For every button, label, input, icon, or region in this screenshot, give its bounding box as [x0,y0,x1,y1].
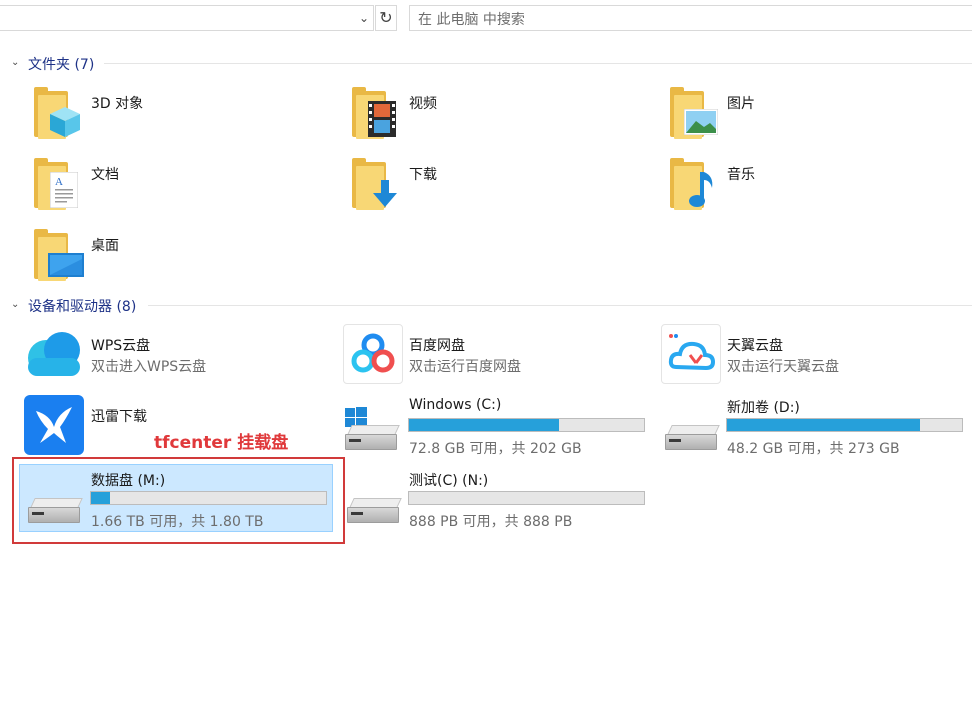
app-tile-baidu-netdisk[interactable]: 百度网盘 双击运行百度网盘 [343,324,643,384]
desktop-folder-icon [34,229,86,283]
chevron-down-icon[interactable]: ⌄ [11,299,19,310]
divider [104,63,972,64]
annotation-label: tfcenter 挂载盘 [154,433,289,453]
group-title-folders[interactable]: 文件夹 (7) [28,54,94,74]
drive-tile-n[interactable]: 测试(C) (N:) 888 PB 可用，共 888 PB [343,468,648,530]
app-label: 迅雷下载 [91,409,147,425]
divider [148,305,972,306]
folder-tile-documents[interactable]: A 文档 [26,156,326,214]
folder-label: 文档 [91,167,119,183]
drive-usage-bar [726,418,963,432]
3d-objects-folder-icon [34,87,86,141]
folder-label: 桌面 [91,238,119,254]
folder-label: 下载 [409,167,437,183]
app-label: WPS云盘 [91,338,151,354]
drive-free-space: 72.8 GB 可用，共 202 GB [409,441,582,457]
hard-drive-icon [665,425,720,450]
hard-drive-icon [347,498,402,523]
chevron-down-icon[interactable]: ⌄ [356,10,372,26]
drive-usage-fill [727,419,920,431]
drive-usage-bar [408,418,645,432]
refresh-icon[interactable]: ↻ [375,5,397,31]
baidu-netdisk-icon [343,324,403,384]
drive-free-space: 48.2 GB 可用，共 273 GB [727,441,900,457]
downloads-folder-icon [352,158,404,212]
address-field[interactable] [0,5,374,31]
app-description: 双击进入WPS云盘 [91,359,207,375]
folder-label: 音乐 [727,167,755,183]
search-placeholder: 在 此电脑 中搜索 [418,12,525,28]
app-tile-wps-cloud[interactable]: WPS云盘 双击进入WPS云盘 [24,324,324,384]
app-label: 百度网盘 [409,338,465,354]
drive-usage-bar [408,491,645,505]
app-description: 双击运行天翼云盘 [727,359,839,375]
wps-cloud-icon [28,332,80,376]
folder-tile-videos[interactable]: 视频 [344,85,644,143]
drive-label: 测试(C) (N:) [409,473,489,489]
xunlei-icon [24,395,84,455]
drive-free-space: 888 PB 可用，共 888 PB [409,514,573,530]
pictures-folder-icon [670,87,722,141]
folder-tile-pictures[interactable]: 图片 [662,85,962,143]
videos-folder-icon [352,87,404,141]
windows-drive-icon [345,407,400,451]
drive-usage-fill [409,419,560,431]
svg-text:A: A [55,176,63,188]
drive-tile-d[interactable]: 新加卷 (D:) 48.2 GB 可用，共 273 GB [661,395,966,457]
folder-label: 图片 [727,96,755,112]
drive-label: 新加卷 (D:) [727,400,800,416]
app-description: 双击运行百度网盘 [409,359,521,375]
annotation-highlight-box [12,457,345,544]
documents-folder-icon: A [34,158,86,212]
drive-label: Windows (C:) [409,397,502,413]
group-title-devices[interactable]: 设备和驱动器 (8) [28,296,136,316]
folder-tile-downloads[interactable]: 下载 [344,156,644,214]
folder-tile-desktop[interactable]: 桌面 [26,227,326,285]
folder-label: 视频 [409,96,437,112]
address-search-bar: ⌄ ↻ 在 此电脑 中搜索 [0,0,972,38]
chevron-down-icon[interactable]: ⌄ [11,57,19,68]
folder-tile-3d-objects[interactable]: 3D 对象 [26,85,326,143]
drive-tile-c[interactable]: Windows (C:) 72.8 GB 可用，共 202 GB [343,395,648,457]
app-label: 天翼云盘 [727,338,783,354]
tianyi-cloud-icon [661,324,721,384]
folder-tile-music[interactable]: 音乐 [662,156,962,214]
music-folder-icon [670,158,722,212]
folder-label: 3D 对象 [91,96,144,112]
app-tile-tianyi-cloud[interactable]: 天翼云盘 双击运行天翼云盘 [661,324,961,384]
